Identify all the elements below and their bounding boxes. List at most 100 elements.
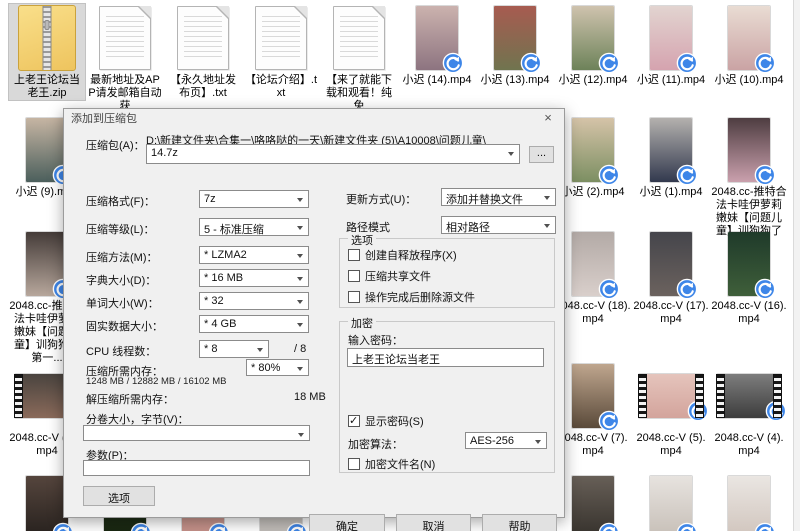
archive-name-combobox[interactable]: 14.7z	[146, 144, 520, 164]
memory-usage-value: 1248 MB / 12882 MB / 16102 MB	[86, 376, 227, 387]
icon-area	[638, 362, 709, 430]
video-thumbnail	[650, 476, 698, 531]
checkbox-box[interactable]	[348, 458, 360, 470]
checkbox-box[interactable]	[348, 414, 360, 427]
video-thumbnail	[728, 118, 776, 186]
checkbox-box[interactable]	[348, 270, 360, 282]
player-overlay-icon	[520, 52, 542, 74]
shared-files-checkbox[interactable]: 压缩共享文件	[348, 268, 431, 284]
desktop-item-video[interactable]: 小迟 (2).mp4	[555, 116, 631, 199]
checkbox-box[interactable]	[348, 291, 360, 303]
file-label: 2048.cc-V (5).mp4	[636, 432, 706, 457]
icon-area	[728, 230, 776, 300]
algorithm-label: 加密算法：	[348, 439, 403, 451]
video-thumbnail	[572, 6, 620, 74]
options-button[interactable]: 选项	[83, 486, 155, 506]
file-label: 小迟 (2).mp4	[561, 186, 625, 198]
file-label: 2048.cc-V (18).mp4	[555, 300, 631, 325]
desktop-item-video[interactable]	[711, 474, 787, 531]
file-label: 小迟 (13).mp4	[480, 74, 550, 86]
format-combobox[interactable]: 7z	[199, 190, 309, 208]
solid-block-label: 固实数据大小：	[86, 321, 163, 333]
desktop-item-txt[interactable]: 【永久地址发布页】.txt	[165, 4, 241, 100]
solid-block-combobox[interactable]: * 4 GB	[199, 315, 309, 333]
desktop-item-video[interactable]: 2048.cc-V (18).mp4	[555, 230, 631, 326]
level-label: 压缩等级(L)：	[86, 224, 155, 236]
desktop-item-txt[interactable]: 【论坛介绍】.txt	[243, 4, 319, 100]
desktop-item-video[interactable]: 小迟 (11).mp4	[633, 4, 709, 87]
file-label: 上老王论坛当老王.zip	[14, 74, 80, 99]
player-overlay-icon	[130, 522, 152, 531]
text-lines-detail	[262, 16, 300, 60]
page-corner-detail	[295, 6, 307, 18]
text-file-icon	[255, 6, 307, 70]
desktop-item-zip[interactable]: 上老王论坛当老王.zip	[8, 3, 86, 101]
help-button[interactable]: 帮助	[482, 514, 557, 531]
file-label: 小迟 (11).mp4	[636, 74, 706, 86]
desktop-item-txt[interactable]: 【来了就能下载和观看！纯免	[321, 4, 397, 113]
volume-size-combobox[interactable]	[83, 425, 310, 441]
delete-after-checkbox[interactable]: 操作完成后删除源文件	[348, 289, 475, 305]
desktop-item-video[interactable]: 2048.cc-V (7).mp4	[555, 362, 631, 458]
dialog-titlebar[interactable]: 添加到压缩包 ×	[64, 109, 564, 129]
page-corner-detail	[217, 6, 229, 18]
algorithm-combobox[interactable]: AES-256	[465, 432, 547, 449]
video-thumbnail	[728, 232, 776, 300]
checkbox-box[interactable]	[348, 249, 360, 261]
player-overlay-icon	[598, 278, 620, 300]
close-icon[interactable]: ×	[536, 109, 560, 127]
page-corner-detail	[373, 6, 385, 18]
dictionary-combobox[interactable]: * 16 MB	[199, 269, 309, 287]
icon-area	[572, 4, 620, 74]
file-label: 小迟 (1).mp4	[639, 186, 703, 198]
desktop-item-txt[interactable]: 最新地址及APP请发邮箱自动获	[87, 4, 163, 113]
icon-area	[26, 230, 74, 300]
ok-button[interactable]: 确定	[309, 514, 385, 531]
password-label: 输入密码：	[348, 335, 403, 347]
player-overlay-icon	[598, 164, 620, 186]
cpu-threads-combobox[interactable]: * 8	[199, 340, 269, 358]
memory-percent-combobox[interactable]: * 80%	[246, 359, 309, 376]
video-thumbnail	[650, 6, 698, 74]
file-label: 2048.cc-V (17).mp4	[633, 300, 709, 325]
player-overlay-icon	[687, 400, 709, 422]
video-thumbnail	[26, 476, 74, 531]
desktop-item-video[interactable]	[633, 474, 709, 531]
desktop-item-video[interactable]: 小迟 (12).mp4	[555, 4, 631, 87]
player-overlay-icon	[598, 522, 620, 531]
file-label: 【永久地址发布页】.txt	[170, 74, 236, 99]
word-size-label: 单词大小(W)：	[86, 298, 159, 310]
text-file-icon	[177, 6, 229, 70]
desktop-item-film[interactable]: 2048.cc-V (5).mp4	[633, 362, 709, 458]
desktop-item-video[interactable]: 小迟 (1).mp4	[633, 116, 709, 199]
password-input[interactable]: 上老王论坛当老王	[347, 348, 544, 367]
cpu-threads-max: / 8	[294, 343, 307, 355]
player-overlay-icon	[676, 52, 698, 74]
update-mode-combobox[interactable]: 添加并替换文件	[441, 188, 556, 206]
parameters-input[interactable]	[83, 460, 310, 476]
video-thumbnail	[728, 6, 776, 74]
video-thumbnail	[26, 118, 74, 186]
file-label: 【论坛介绍】.txt	[244, 74, 318, 99]
word-size-combobox[interactable]: * 32	[199, 292, 309, 310]
level-combobox[interactable]: 5 - 标准压缩	[199, 218, 309, 236]
desktop-item-video[interactable]	[555, 474, 631, 531]
add-to-archive-dialog: 添加到压缩包 × 压缩包(A)： D:\新建文件夹\合集一\咯咯哒的一天\新建文…	[63, 108, 565, 531]
encrypt-filenames-checkbox[interactable]: 加密文件名(N)	[348, 456, 435, 472]
browse-button[interactable]: ...	[529, 146, 554, 163]
desktop-item-video[interactable]: 小迟 (10).mp4	[711, 4, 787, 87]
method-combobox[interactable]: * LZMA2	[199, 246, 309, 264]
video-thumbnail	[572, 476, 620, 531]
desktop-item-video[interactable]: 小迟 (13).mp4	[477, 4, 553, 87]
cancel-button[interactable]: 取消	[396, 514, 471, 531]
desktop-item-video[interactable]: 小迟 (14).mp4	[399, 4, 475, 87]
path-mode-combobox[interactable]: 相对路径	[441, 216, 556, 234]
show-password-checkbox[interactable]: 显示密码(S)	[348, 413, 424, 429]
sfx-checkbox[interactable]: 创建自释放程序(X)	[348, 247, 457, 263]
video-thumbnail	[416, 6, 464, 74]
desktop-item-video[interactable]: 2048.cc-V (16).mp4	[711, 230, 787, 326]
desktop-item-video[interactable]: 2048.cc-V (17).mp4	[633, 230, 709, 326]
icon-area	[26, 116, 74, 186]
desktop-item-film[interactable]: 2048.cc-V (4).mp4	[711, 362, 787, 458]
icon-area	[26, 474, 74, 531]
